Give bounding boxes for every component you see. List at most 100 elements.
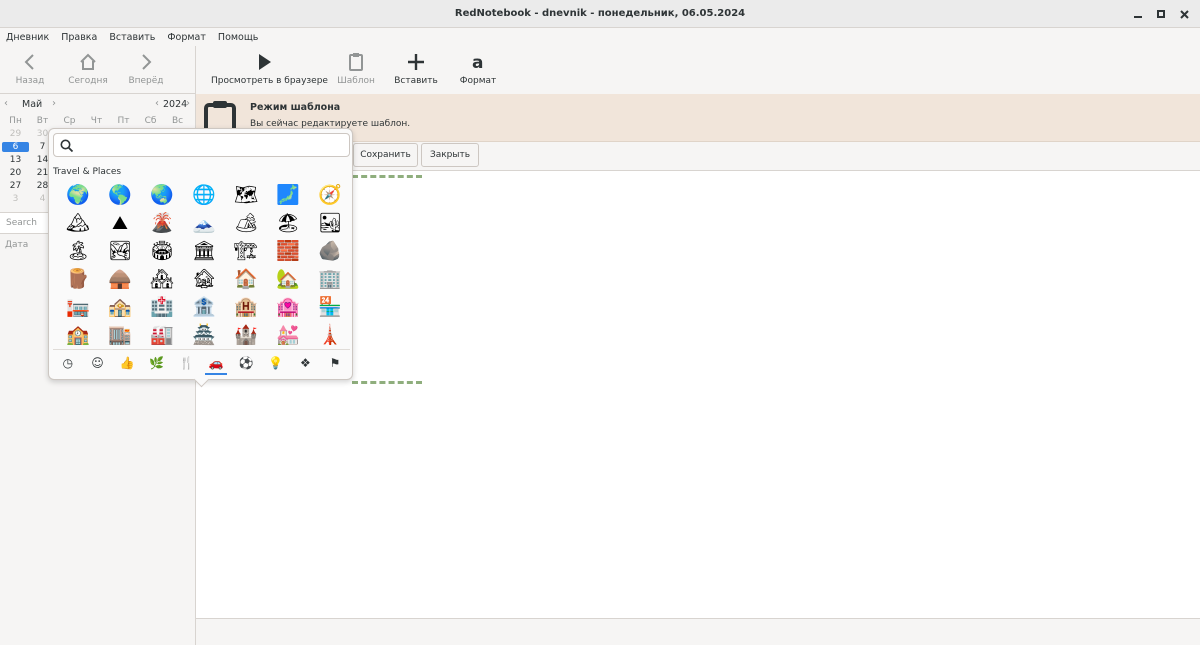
minimize-icon [1134,16,1142,18]
emoji-button[interactable]: 🏩 [267,293,309,321]
play-icon [259,54,271,70]
emoji-button[interactable]: 🏕 [225,209,267,237]
symbols-icon[interactable]: ❖ [291,352,321,374]
emoji-button[interactable]: 🧱 [267,237,309,265]
close-window-button[interactable] [1175,5,1193,23]
emoji-button[interactable]: 🏟 [141,237,183,265]
emoji-button[interactable]: 🏠 [225,265,267,293]
next-month-icon[interactable]: › [52,98,56,109]
calendar-day[interactable]: 3 [2,194,29,204]
emoji-button[interactable]: 🏤 [99,293,141,321]
emoji-button[interactable]: 🏢 [309,265,351,293]
emoji-button[interactable]: 🏜 [309,209,351,237]
emoji-button[interactable]: 🏯 [183,321,225,349]
home-icon [80,53,96,70]
emoji-button[interactable]: 🌎 [99,181,141,209]
emoji-button[interactable]: 🏝 [57,237,99,265]
emoji-button[interactable]: 🏣 [57,293,99,321]
emoji-button[interactable]: 🏫 [57,321,99,349]
flag-icon[interactable]: ⚑ [320,352,350,374]
nature-icon[interactable]: 🌿 [142,352,172,374]
emoji-button[interactable]: 🏘 [141,265,183,293]
template-button[interactable]: Шаблон [334,50,378,92]
emoji-button[interactable]: 🪵 [57,265,99,293]
emoji-button[interactable]: 🌋 [141,209,183,237]
menu-edit[interactable]: Правка [61,32,97,43]
thumbs-up-icon[interactable]: 👍 [112,352,142,374]
preview-button[interactable]: Просмотреть в браузере [211,50,328,92]
emoji-button[interactable]: 🏬 [99,321,141,349]
emoji-button[interactable]: 🧭 [309,181,351,209]
emoji-button[interactable]: 🏪 [309,293,351,321]
emoji-button[interactable]: 🏗 [225,237,267,265]
emoji-button[interactable]: 🏦 [183,293,225,321]
emoji-button[interactable]: 🏭 [141,321,183,349]
emoji-button[interactable]: 🗻 [183,209,225,237]
close-button[interactable]: Закрыть [421,143,479,167]
save-button[interactable]: Сохранить [353,143,418,167]
format-label: Формат [459,76,497,86]
maximize-button[interactable] [1152,5,1170,23]
emoji-button[interactable]: ⛰ [99,209,141,237]
emoji-button[interactable]: 🌍 [57,181,99,209]
menu-format[interactable]: Формат [167,32,206,43]
calendar-weekday: Вс [171,115,184,126]
emoji-button[interactable]: 🏨 [225,293,267,321]
today-button[interactable]: Сегодня [59,50,117,90]
emoji-button[interactable]: 🏖 [267,209,309,237]
emoji-button[interactable]: 🏛 [183,237,225,265]
recent-icon[interactable]: ◷ [53,352,83,374]
calendar-weekday: Пн [9,115,22,126]
calendar-day[interactable]: 6 [2,141,29,152]
calendar-day[interactable]: 29 [2,129,29,139]
emoji-button[interactable]: 🪨 [309,237,351,265]
calendar-day[interactable]: 20 [2,168,29,178]
back-button[interactable]: Назад [1,50,59,90]
emoji-section-title: Travel & Places [53,167,122,177]
calendar-weekday: Пт [117,115,130,126]
calendar-weekday: Ср [63,115,76,126]
title-bar: RedNotebook - dnevnik - понедельник, 06.… [0,0,1200,28]
menu-help[interactable]: Помощь [218,32,258,43]
emoji-button[interactable]: 🏡 [267,265,309,293]
emoji-search-input[interactable] [53,133,350,157]
insert-button[interactable]: Вставить [394,50,438,92]
menu-journal[interactable]: Дневник [6,32,49,43]
emoji-button[interactable]: 🗾 [267,181,309,209]
emoji-button[interactable]: 🗼 [309,321,351,349]
chevron-right-icon [142,54,152,70]
preview-label: Просмотреть в браузере [211,76,328,86]
prev-month-icon[interactable]: ‹ [4,98,8,109]
calendar-day[interactable]: 27 [2,181,29,191]
calendar-weekday: Чт [90,115,103,126]
calendar-year: 2024 [163,99,188,110]
objects-icon[interactable]: 💡 [261,352,291,374]
next-year-icon[interactable]: › [186,98,190,109]
smiley-icon[interactable]: ☺ [83,352,113,374]
emoji-button[interactable]: 🏚 [183,265,225,293]
emoji-button[interactable]: 💒 [267,321,309,349]
forward-button[interactable]: Вперёд [117,50,175,90]
emoji-button[interactable]: 🌐 [183,181,225,209]
car-icon[interactable]: 🚗 [201,352,231,375]
emoji-button[interactable]: 🏞 [99,237,141,265]
emoji-button[interactable]: 🌏 [141,181,183,209]
menu-insert[interactable]: Вставить [109,32,155,43]
emoji-button[interactable]: 🏔 [57,209,99,237]
calendar-weekday: Вт [36,115,49,126]
emoji-button[interactable]: 🏰 [225,321,267,349]
emoji-button[interactable]: 🛖 [99,265,141,293]
search-icon [60,139,74,153]
separator-line [352,175,422,178]
minimize-button[interactable] [1129,5,1147,23]
emoji-button[interactable]: 🏥 [141,293,183,321]
forward-label: Вперёд [128,76,164,86]
calendar-header: ‹ Май › ‹ 2024 › [0,96,195,112]
emoji-button[interactable]: 🗺 [225,181,267,209]
activities-icon[interactable]: ⚽ [231,352,261,374]
food-icon[interactable]: 🍴 [172,352,202,374]
prev-year-icon[interactable]: ‹ [155,98,159,109]
format-button[interactable]: a Формат [456,50,500,92]
plus-icon [408,54,424,70]
calendar-day[interactable]: 13 [2,155,29,165]
